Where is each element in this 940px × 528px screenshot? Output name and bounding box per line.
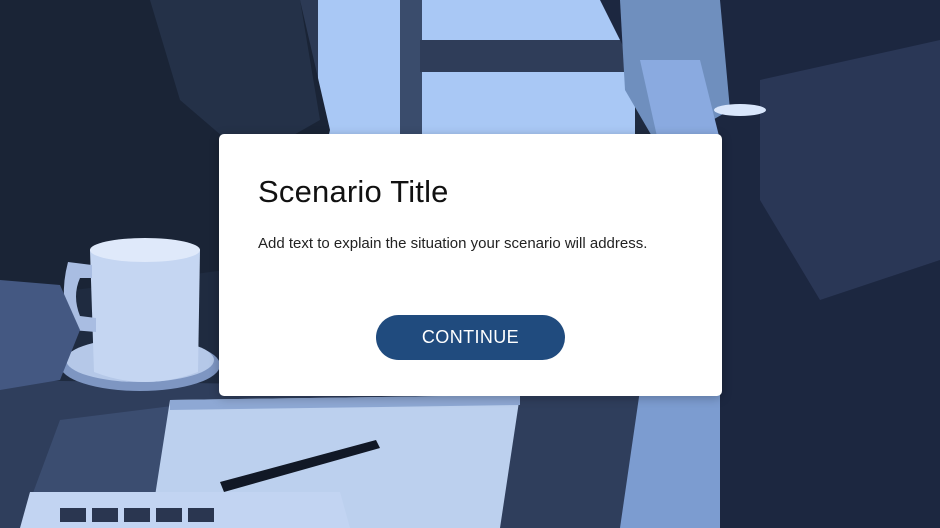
scenario-description: Add text to explain the situation your s… (258, 235, 648, 252)
scenario-modal: Scenario Title Add text to explain the s… (219, 134, 722, 396)
scenario-stage: Scenario Title Add text to explain the s… (0, 0, 940, 528)
continue-button[interactable]: CONTINUE (376, 315, 565, 360)
scenario-title: Scenario Title (258, 174, 449, 209)
